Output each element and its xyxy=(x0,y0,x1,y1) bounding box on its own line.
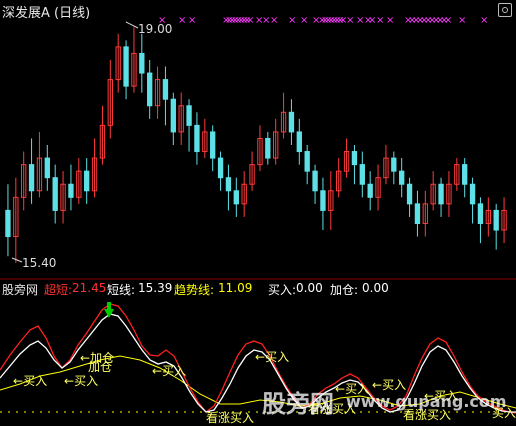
signal-buy-1: ←买入 xyxy=(13,374,48,388)
signal-add-2: 加仓 xyxy=(88,360,113,374)
signal-buy-3: ←买入 xyxy=(152,364,187,378)
down-arrow-stem xyxy=(107,302,111,310)
signal-look-buy-1: 看涨买入 xyxy=(206,411,255,425)
watermark-url: www.gupang.com xyxy=(346,392,507,411)
signal-buy-6: ←买入 xyxy=(372,378,407,392)
watermark-text: 股旁网 xyxy=(262,390,334,418)
signal-buy-4: ←买入 xyxy=(255,350,290,364)
